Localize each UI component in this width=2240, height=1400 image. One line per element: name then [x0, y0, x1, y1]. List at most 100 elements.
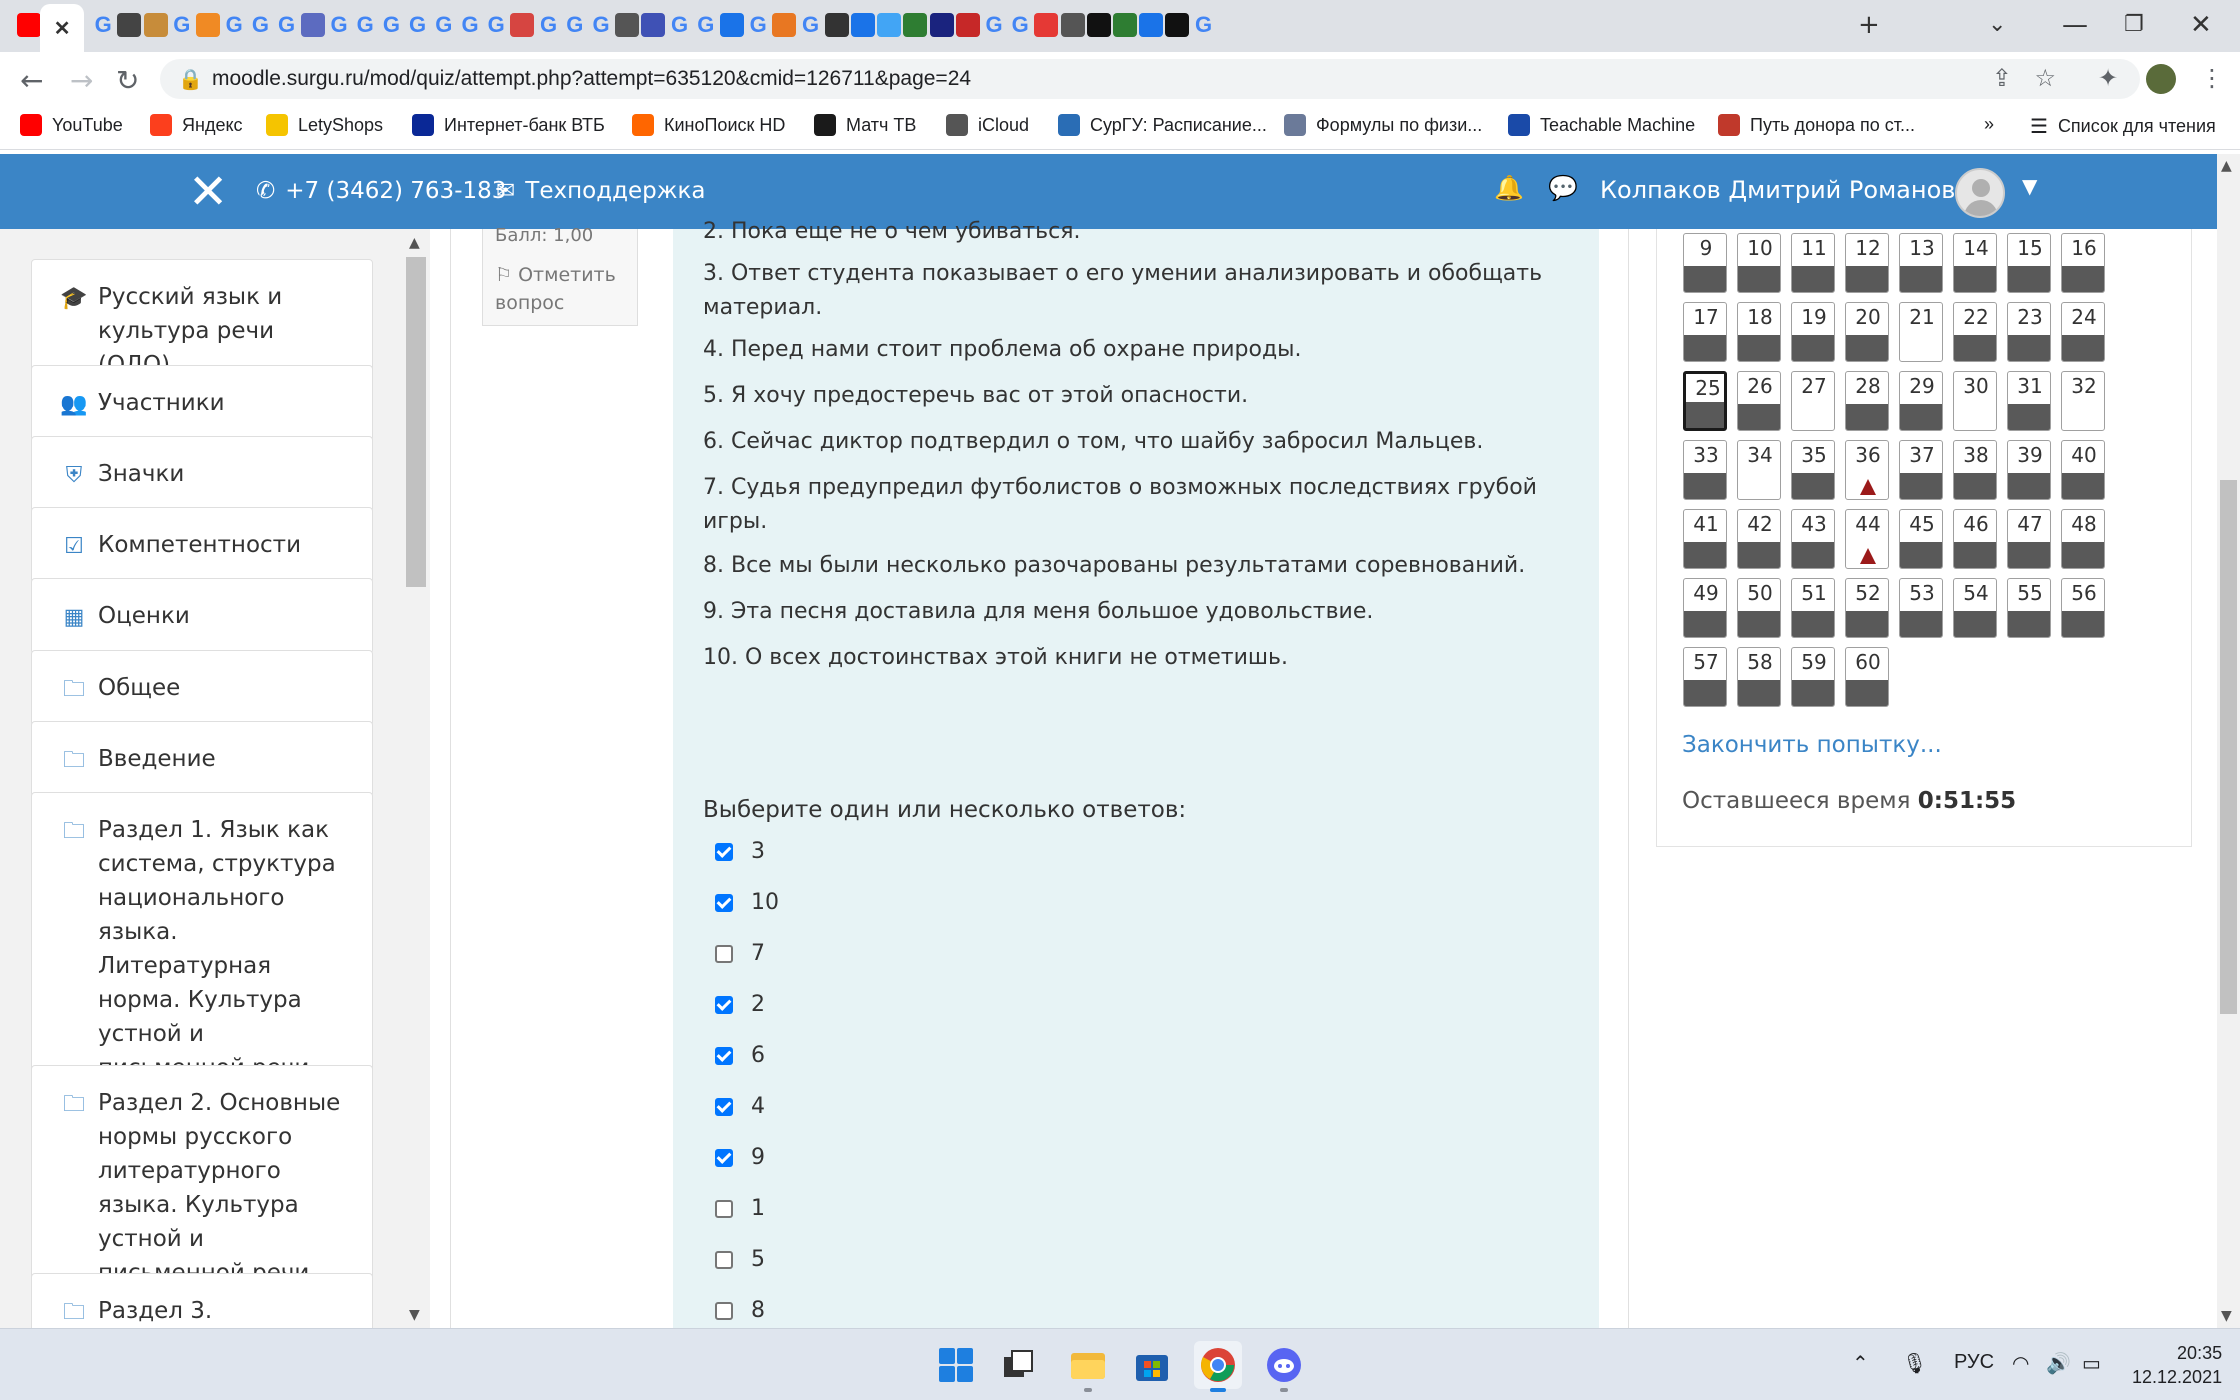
browser-tab[interactable]: [1031, 10, 1061, 40]
browser-tab[interactable]: G: [245, 10, 275, 40]
clock[interactable]: 20:35 12.12.2021: [2132, 1341, 2222, 1389]
bookmark-item[interactable]: СурГУ: Расписание...: [1058, 114, 1267, 136]
wifi-icon[interactable]: ◠: [2012, 1351, 2029, 1376]
drawer-scroll-thumb[interactable]: [406, 257, 426, 587]
quiz-nav-button[interactable]: 27: [1791, 371, 1835, 431]
quiz-nav-button[interactable]: 44: [1845, 509, 1889, 569]
bookmark-item[interactable]: КиноПоиск HD: [632, 114, 785, 136]
store-icon[interactable]: [1128, 1341, 1176, 1389]
flag-question-link[interactable]: ⚐ Отметить вопрос: [495, 261, 625, 317]
browser-tab[interactable]: [114, 10, 144, 40]
quiz-nav-button[interactable]: 32: [2061, 371, 2105, 431]
quiz-nav-button[interactable]: 23: [2007, 302, 2051, 362]
quiz-nav-button[interactable]: 22: [1953, 302, 1997, 362]
quiz-nav-button[interactable]: 45: [1899, 509, 1943, 569]
quiz-nav-button[interactable]: 30: [1953, 371, 1997, 431]
file-explorer-icon[interactable]: [1064, 1341, 1112, 1392]
chat-icon[interactable]: 💬: [1548, 174, 1578, 202]
quiz-nav-button[interactable]: 60: [1845, 647, 1889, 707]
quiz-nav-button[interactable]: 33: [1683, 440, 1727, 500]
answer-checkbox[interactable]: [715, 1199, 733, 1218]
quiz-nav-button[interactable]: 16: [2061, 233, 2105, 293]
quiz-nav-button[interactable]: 59: [1791, 647, 1835, 707]
reload-icon[interactable]: ↻: [116, 64, 139, 97]
quiz-nav-button[interactable]: 10: [1737, 233, 1781, 293]
bookmark-item[interactable]: iCloud: [946, 114, 1029, 136]
quiz-nav-button[interactable]: 58: [1737, 647, 1781, 707]
quiz-nav-button[interactable]: 14: [1953, 233, 1997, 293]
browser-tab[interactable]: [769, 10, 799, 40]
answer-option[interactable]: 4: [715, 1094, 765, 1119]
quiz-nav-button[interactable]: 39: [2007, 440, 2051, 500]
answer-option[interactable]: 6: [715, 1043, 765, 1068]
bookmark-item[interactable]: Яндекс: [150, 114, 243, 136]
answer-option[interactable]: 10: [715, 890, 779, 915]
quiz-nav-button[interactable]: 21: [1899, 302, 1943, 362]
scroll-up-icon[interactable]: ▲: [409, 235, 420, 251]
quiz-nav-button[interactable]: 43: [1791, 509, 1835, 569]
quiz-nav-button[interactable]: 17: [1683, 302, 1727, 362]
browser-tab[interactable]: [1162, 10, 1192, 40]
quiz-nav-button[interactable]: 42: [1737, 509, 1781, 569]
quiz-nav-button[interactable]: 24: [2061, 302, 2105, 362]
bookmark-item[interactable]: YouTube: [20, 114, 123, 136]
answer-checkbox[interactable]: [715, 944, 733, 963]
page-scroll-up-icon[interactable]: ▲: [2221, 158, 2232, 174]
support-link[interactable]: ✉ Техподдержка: [496, 178, 705, 204]
nav-item[interactable]: 🗀 Введение: [31, 721, 373, 797]
quiz-nav-button[interactable]: 54: [1953, 578, 1997, 638]
quiz-nav-button[interactable]: 12: [1845, 233, 1889, 293]
nav-item[interactable]: 🗀 Раздел 1. Язык как система, структура н…: [31, 792, 373, 1106]
restore-icon[interactable]: ❐: [2124, 12, 2144, 37]
chevron-up-icon[interactable]: ⌃: [1852, 1351, 1869, 1376]
quiz-nav-button[interactable]: 13: [1899, 233, 1943, 293]
more-bookmarks-button[interactable]: »: [1984, 114, 1994, 135]
quiz-nav-button[interactable]: 53: [1899, 578, 1943, 638]
scroll-down-icon[interactable]: ▼: [409, 1307, 420, 1323]
answer-option[interactable]: 8: [715, 1298, 765, 1323]
quiz-nav-button[interactable]: 36: [1845, 440, 1889, 500]
reading-list-button[interactable]: ☰ Список для чтения: [2030, 114, 2216, 139]
chevron-down-icon[interactable]: ▼: [2022, 174, 2037, 198]
discord-icon[interactable]: [1260, 1341, 1308, 1392]
battery-icon[interactable]: ▭: [2082, 1351, 2101, 1376]
phone-link[interactable]: ✆ +7 (3462) 763-183: [256, 178, 506, 204]
quiz-nav-button[interactable]: 35: [1791, 440, 1835, 500]
quiz-nav-button[interactable]: 51: [1791, 578, 1835, 638]
browser-tab[interactable]: [507, 10, 537, 40]
new-tab-icon[interactable]: +: [1858, 10, 1880, 40]
answer-checkbox[interactable]: [715, 995, 733, 1014]
bookmark-item[interactable]: Матч ТВ: [814, 114, 916, 136]
answer-checkbox[interactable]: [715, 1148, 733, 1167]
nav-item[interactable]: ⛨ Значки: [31, 436, 373, 512]
language-indicator[interactable]: РУС: [1954, 1351, 1994, 1374]
answer-checkbox[interactable]: [715, 842, 733, 861]
quiz-nav-button[interactable]: 15: [2007, 233, 2051, 293]
avatar[interactable]: [1955, 168, 2005, 218]
answer-checkbox[interactable]: [715, 1097, 733, 1116]
answer-checkbox[interactable]: [715, 1250, 733, 1269]
bookmark-item[interactable]: Путь донора по ст...: [1718, 114, 1915, 136]
quiz-nav-button[interactable]: 34: [1737, 440, 1781, 500]
quiz-nav-button[interactable]: 47: [2007, 509, 2051, 569]
quiz-nav-button[interactable]: 55: [2007, 578, 2051, 638]
browser-tab[interactable]: G: [1189, 10, 1219, 40]
browser-tab[interactable]: ✕: [40, 4, 85, 52]
finish-attempt-link[interactable]: Закончить попытку...: [1682, 732, 1942, 758]
start-icon[interactable]: [932, 1341, 980, 1389]
nav-item[interactable]: ☑ Компетентности: [31, 507, 373, 583]
nav-item[interactable]: 🗀 Общее: [31, 650, 373, 726]
quiz-nav-button[interactable]: 19: [1791, 302, 1835, 362]
quiz-nav-button[interactable]: 49: [1683, 578, 1727, 638]
back-icon[interactable]: ←: [20, 64, 43, 97]
lock-icon[interactable]: 🔒: [178, 67, 203, 91]
quiz-nav-button[interactable]: 57: [1683, 647, 1727, 707]
quiz-nav-button[interactable]: 56: [2061, 578, 2105, 638]
answer-option[interactable]: 5: [715, 1247, 765, 1272]
answer-checkbox[interactable]: [715, 1046, 733, 1065]
bookmark-item[interactable]: Интернет-банк ВТБ: [412, 114, 605, 136]
quiz-nav-button[interactable]: 29: [1899, 371, 1943, 431]
quiz-nav-button[interactable]: 52: [1845, 578, 1889, 638]
browser-tab[interactable]: [638, 10, 668, 40]
profile-avatar[interactable]: [2146, 64, 2176, 94]
